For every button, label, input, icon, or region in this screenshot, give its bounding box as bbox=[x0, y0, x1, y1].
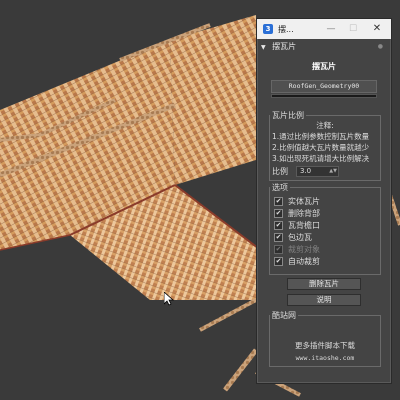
pin-icon: ● bbox=[377, 43, 383, 50]
checkbox[interactable]: ✔ bbox=[274, 221, 283, 230]
option-solid-tile[interactable]: ✔ 实体瓦片 bbox=[274, 196, 320, 207]
spinner-arrows-icon[interactable]: ▲▼ bbox=[329, 167, 337, 176]
title-bar[interactable]: 3 摆... — ☐ ✕ bbox=[257, 19, 391, 39]
checkbox[interactable]: ✔ bbox=[274, 233, 283, 242]
option-label: 删除背部 bbox=[288, 209, 320, 218]
site-group-label: 酷站网 bbox=[270, 310, 298, 321]
collapse-icon: ▼ bbox=[261, 44, 266, 51]
site-url-link[interactable]: www.itaoshe.com bbox=[270, 354, 380, 362]
option-clip-object: ✔ 裁剪对象 bbox=[274, 244, 320, 255]
option-label: 自动裁剪 bbox=[288, 257, 320, 266]
app-icon: 3 bbox=[263, 24, 273, 34]
option-edge-tile[interactable]: ✔ 包边瓦 bbox=[274, 232, 312, 243]
script-window[interactable]: 3 摆... — ☐ ✕ ▼ 摆瓦片 ● 摆瓦片 RoofGen_Geometr… bbox=[256, 18, 392, 384]
checkbox[interactable]: ✔ bbox=[274, 209, 283, 218]
delete-tiles-button[interactable]: 删除瓦片 bbox=[287, 278, 361, 290]
option-delete-back[interactable]: ✔ 删除背部 bbox=[274, 208, 320, 219]
note-line: 3.如出现死机请增大比例解决 bbox=[272, 154, 370, 163]
option-eave[interactable]: ✔ 瓦背檐口 bbox=[274, 220, 320, 231]
help-button[interactable]: 说明 bbox=[287, 294, 361, 306]
maximize-button[interactable]: ☐ bbox=[343, 19, 363, 39]
minimize-button[interactable]: — bbox=[321, 19, 341, 39]
rollout-title: 摆瓦片 bbox=[312, 62, 336, 71]
rollout-header[interactable]: ▼ 摆瓦片 ● bbox=[261, 41, 385, 53]
checkbox[interactable]: ✔ bbox=[274, 257, 283, 266]
ratio-label: 比例 bbox=[272, 166, 288, 176]
option-auto-clip[interactable]: ✔ 自动裁剪 bbox=[274, 256, 320, 267]
window-title: 摆... bbox=[278, 24, 294, 34]
ratio-row: 比例 3.0 ▲▼ bbox=[272, 165, 339, 177]
checkbox[interactable]: ✔ bbox=[274, 197, 283, 206]
options-group: 选项 ✔ 实体瓦片 ✔ 删除背部 ✔ 瓦背檐口 ✔ 包边瓦 ✔ 裁剪对象 ✔ 自… bbox=[269, 182, 381, 275]
note-line: 2.比例值越大瓦片数量就越少 bbox=[272, 143, 370, 152]
option-label: 瓦背檐口 bbox=[288, 221, 320, 230]
site-group: 酷站网 更多插件脚本下载 www.itaoshe.com bbox=[269, 310, 381, 367]
ratio-group: 瓦片比例 注释: 1.通过比例参数控制瓦片数量 2.比例值越大瓦片数量就越少 3… bbox=[269, 110, 381, 181]
option-label: 裁剪对象 bbox=[288, 245, 320, 254]
option-label: 包边瓦 bbox=[288, 233, 312, 242]
note-title: 注释: bbox=[316, 121, 334, 130]
ratio-value: 3.0 bbox=[300, 166, 312, 175]
progress-bar bbox=[271, 94, 377, 98]
rollout-header-label: 摆瓦片 bbox=[272, 42, 297, 51]
note-line: 1.通过比例参数控制瓦片数量 bbox=[272, 132, 370, 141]
ratio-spinner[interactable]: 3.0 ▲▼ bbox=[296, 165, 339, 177]
mouse-cursor-icon bbox=[164, 292, 174, 306]
checkbox: ✔ bbox=[274, 245, 283, 254]
close-button[interactable]: ✕ bbox=[367, 19, 387, 39]
option-label: 实体瓦片 bbox=[288, 197, 320, 206]
more-scripts-link[interactable]: 更多插件脚本下载 bbox=[270, 340, 380, 351]
pick-geometry-button[interactable]: RoofGen_Geometry00 bbox=[271, 80, 377, 93]
options-group-label: 选项 bbox=[270, 182, 290, 193]
